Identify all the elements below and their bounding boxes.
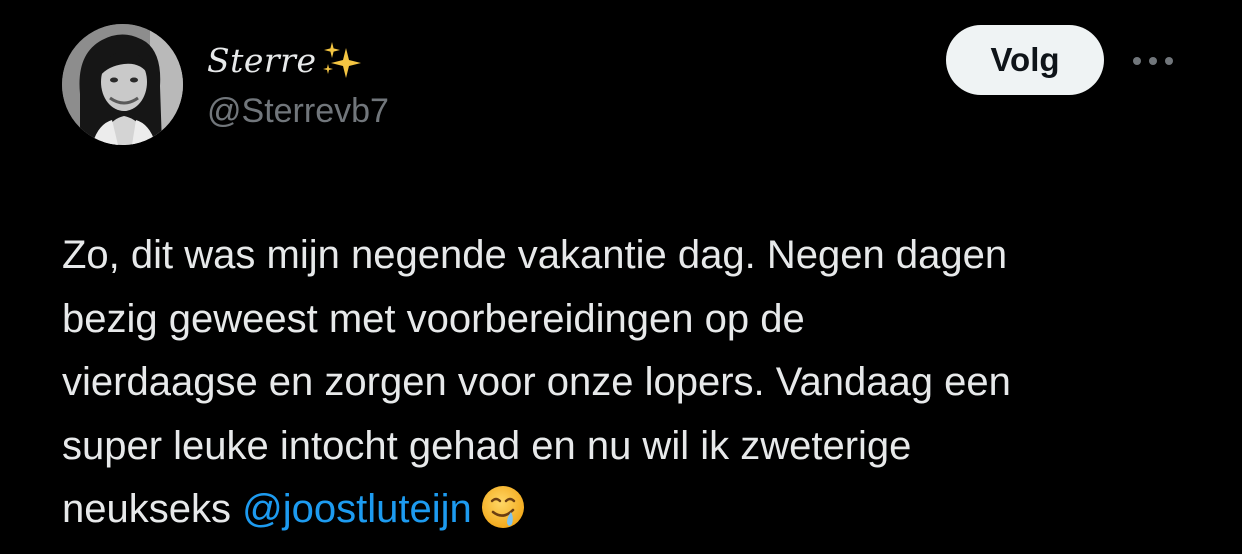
more-options-button[interactable] [1128,44,1178,78]
drooling-face-emoji-icon [480,484,526,530]
avatar[interactable] [62,24,183,145]
tweet-card: Sterre @Sterrevb7 Volg Zo, dit was mijn … [0,0,1242,554]
mention-link[interactable]: @joostluteijn [242,487,472,531]
tweet-text-line: vierdaagse en zorgen voor onze lopers. V… [62,360,1011,404]
more-options-icon [1133,57,1173,65]
display-name-text: Sterre [207,40,317,80]
author-display-name[interactable]: Sterre [207,40,366,80]
tweet-text-fragment: neukseks [62,487,231,531]
tweet-text-last-line: neukseks @joostluteijn [62,478,1222,542]
tweet-text-line: Zo, dit was mijn negende vakantie dag. N… [62,233,1008,277]
author-handle[interactable]: @Sterrevb7 [207,92,389,131]
tweet-text-line: bezig geweest met voorbereidingen op de [62,296,805,341]
tweet-text-line: super leuke intocht gehad en nu wil ik z… [62,423,912,468]
tweet-text: Zo, dit was mijn negende vakantie dag. N… [62,224,1222,542]
sparkles-icon [320,40,366,80]
profile-photo-icon [62,24,183,145]
follow-button[interactable]: Volg [946,25,1104,95]
